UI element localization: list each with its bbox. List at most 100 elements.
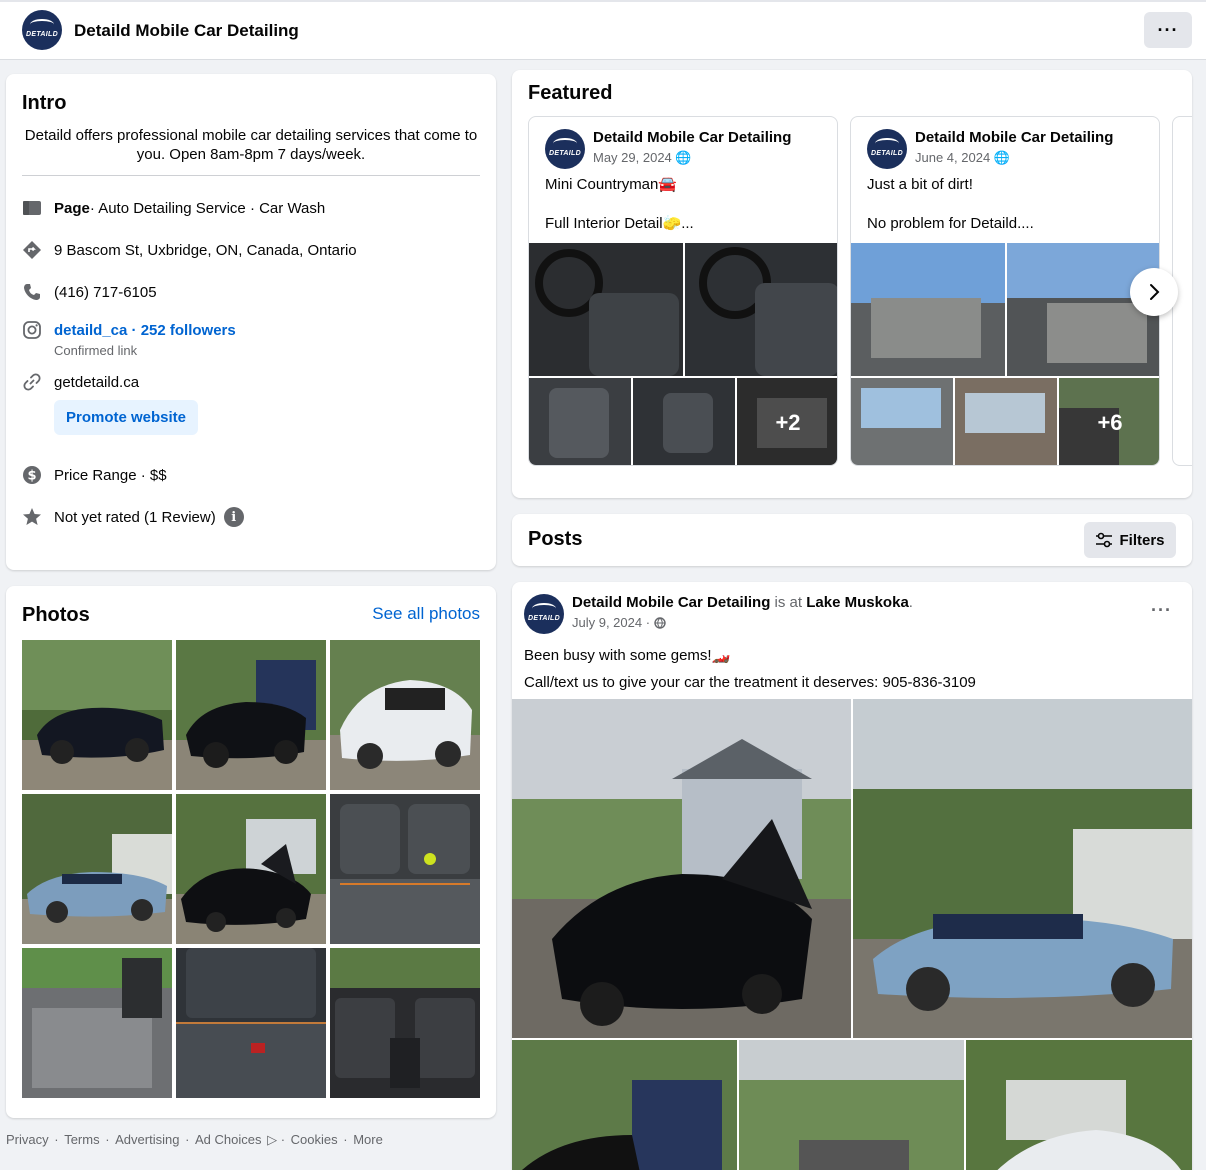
featured-title: Featured [528,82,613,104]
author-avatar[interactable]: DETAILD [867,129,907,169]
price-icon: $ [22,465,42,485]
footer-advertising-link[interactable]: Advertising [115,1132,179,1147]
page-logo[interactable]: DETAILD [22,10,62,50]
author-name[interactable]: Detaild Mobile Car Detailing [572,594,770,611]
footer-privacy-link[interactable]: Privacy [6,1132,49,1147]
post-date[interactable]: June 4, 2024 🌐 [915,150,1113,166]
post-image[interactable] [966,1040,1192,1170]
filters-button[interactable]: Filters [1084,522,1176,558]
post-more-options-button[interactable]: ··· [1151,600,1172,621]
photos-card: Photos See all photos [6,586,496,1118]
photo-thumbnail[interactable] [22,640,172,790]
post-date[interactable]: May 29, 2024 🌐 [593,150,791,166]
photo-thumbnail[interactable] [176,948,326,1098]
page-title[interactable]: Detaild Mobile Car Detailing [74,21,299,41]
post-date[interactable]: July 9, 2024 · [572,615,913,630]
photo-thumbnail[interactable] [176,794,326,944]
promote-website-button[interactable]: Promote website [54,400,198,435]
link-icon [22,372,42,392]
instagram-icon [22,320,42,340]
footer-separator: · [339,1132,352,1147]
photo-thumbnail[interactable] [330,794,480,944]
location-link[interactable]: Lake Muskoka [806,594,909,611]
author-name[interactable]: Detaild Mobile Car Detailing [593,129,791,146]
svg-text:$: $ [27,469,36,484]
price-range-text: Price Range · $$ [54,466,167,484]
footer-separator: · [181,1132,194,1147]
next-featured-button[interactable] [1130,268,1178,316]
featured-text-line: Just a bit of dirt! [867,176,973,193]
filters-label: Filters [1119,531,1165,549]
post-header: DETAILD Detaild Mobile Car Detailing is … [524,594,913,634]
featured-text-line: Mini Countryman🚘 [545,176,678,193]
info-icon[interactable]: i [223,507,244,527]
featured-text-line: No problem for Detaild.... [867,215,1034,232]
featured-post[interactable]: DETAILD Detaild Mobile Car Detailing May… [528,116,838,466]
featured-image[interactable] [851,243,1005,376]
photo-thumbnail[interactable] [330,948,480,1098]
more-options-button[interactable]: ··· [1144,12,1192,48]
phone-icon [22,282,42,302]
photo-thumbnail[interactable] [22,794,172,944]
more-photos-count: +2 [737,378,837,465]
footer-ad-choices-link[interactable]: Ad Choices [195,1132,261,1147]
website-row: getdetaild.ca [22,372,139,392]
instagram-row: detaild_ca · 252 followers [22,320,236,340]
globe-icon [653,616,666,629]
footer-terms-link[interactable]: Terms [64,1132,99,1147]
page-label: Page [54,199,90,217]
footer-separator: · [50,1132,63,1147]
category-text: · Auto Detailing Service · Car Wash [89,199,326,217]
featured-text-line: Full Interior Detail🧽... [545,215,694,232]
address-text: 9 Bascom St, Uxbridge, ON, Canada, Ontar… [54,241,357,259]
is-at-text: is at [770,594,807,611]
website-link[interactable]: getdetaild.ca [54,374,139,391]
featured-image[interactable]: +6 [1059,378,1159,465]
post-image[interactable] [739,1040,964,1170]
post-text-line: Call/text us to give your car the treatm… [524,674,976,691]
footer-more-link[interactable]: More [353,1132,383,1147]
photo-thumbnail[interactable] [330,640,480,790]
featured-images: +2 [529,243,837,465]
featured-image[interactable] [633,378,735,465]
featured-image[interactable] [851,378,953,465]
featured-post-text: Mini Countryman🚘 Full Interior Detail🧽..… [545,175,694,233]
featured-post-text: Just a bit of dirt! No problem for Detai… [867,175,1034,233]
post-image[interactable] [512,699,851,1038]
featured-image[interactable] [685,243,837,376]
price-row: $ Price Range · $$ [22,465,167,485]
phone-text: (416) 717-6105 [54,283,157,301]
author-name[interactable]: Detaild Mobile Car Detailing [915,129,1113,146]
intro-description: Detaild offers professional mobile car d… [24,127,478,163]
intro-card: Intro Detaild offers professional mobile… [6,74,496,570]
footer-cookies-link[interactable]: Cookies [291,1132,338,1147]
logo-text: DETAILD [871,149,903,157]
post-card: DETAILD Detaild Mobile Car Detailing is … [512,582,1192,1170]
post-author-line: Detaild Mobile Car Detailing is at Lake … [572,594,913,611]
post-image[interactable] [512,1040,737,1170]
footer-separator: · [101,1132,114,1147]
author-avatar[interactable]: DETAILD [524,594,564,634]
logo-text: DETAILD [549,149,581,157]
more-icon: ··· [1157,19,1179,40]
page-category-row: Page · Auto Detailing Service · Car Wash [22,198,325,218]
featured-image[interactable] [529,378,631,465]
featured-image[interactable] [955,378,1057,465]
rating-text: Not yet rated (1 Review) [54,508,216,526]
post-image[interactable] [853,699,1192,1038]
address-row: 9 Bascom St, Uxbridge, ON, Canada, Ontar… [22,240,357,260]
featured-post[interactable]: DETAILD Detaild Mobile Car Detailing Jun… [850,116,1160,466]
posts-header: Posts Filters [512,514,1192,566]
featured-images: +6 [851,243,1159,465]
globe-icon: 🌐 [993,150,1010,165]
photo-thumbnail[interactable] [22,948,172,1098]
photo-thumbnail[interactable] [176,640,326,790]
footer-links: Privacy · Terms · Advertising · Ad Choic… [6,1132,385,1148]
see-all-photos-link[interactable]: See all photos [372,604,480,624]
featured-image[interactable]: +2 [737,378,837,465]
featured-image[interactable] [529,243,683,376]
author-avatar[interactable]: DETAILD [545,129,585,169]
chevron-right-icon [1150,284,1160,300]
instagram-link[interactable]: detaild_ca · 252 followers [54,322,236,339]
star-icon [22,507,42,527]
